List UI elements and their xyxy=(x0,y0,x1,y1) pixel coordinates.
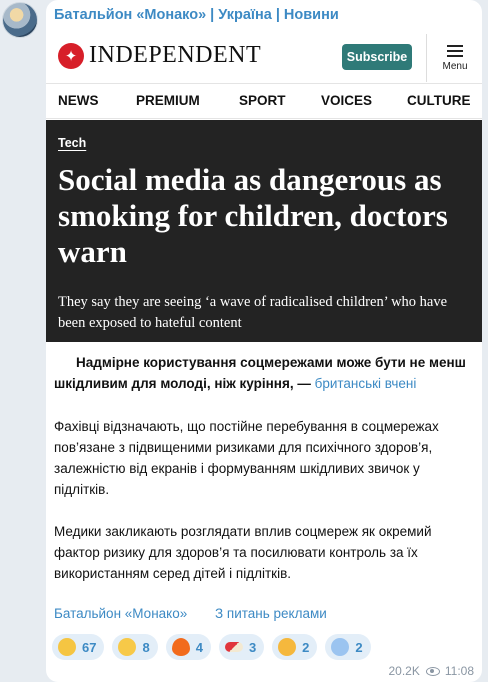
reaction-thumbs-up[interactable]: 67 xyxy=(52,634,105,660)
headline-banner: Tech Social media as dangerous as smokin… xyxy=(46,120,482,342)
reaction-pill[interactable]: 3 xyxy=(218,634,265,660)
article-headline: Social media as dangerous as smoking for… xyxy=(58,162,448,269)
footer-links: Батальйон «Монако» З питань реклами xyxy=(54,606,351,621)
message-time: 11:08 xyxy=(444,664,474,678)
source-link[interactable]: британські вчені xyxy=(315,376,417,391)
channel-title[interactable]: Батальйон «Монако» | Україна | Новини xyxy=(54,7,339,23)
independent-logo: ✦ INDEPENDENT xyxy=(58,42,261,69)
reaction-count: 8 xyxy=(142,639,150,655)
pill-icon xyxy=(224,642,243,652)
view-count: 20.2K xyxy=(388,664,420,678)
brand-wordmark: INDEPENDENT xyxy=(89,42,262,68)
article-preview-image[interactable]: ✦ INDEPENDENT Subscribe Menu NEWS PREMIU… xyxy=(46,34,482,342)
article-standfirst: They say they are seeing ‘a wave of radi… xyxy=(58,294,448,331)
message-lead: Надмірне користування соцмережами може б… xyxy=(54,352,476,394)
reaction-count: 3 xyxy=(248,639,257,655)
ads-link[interactable]: З питань реклами xyxy=(215,606,327,621)
nav-item-sport: SPORT xyxy=(239,93,286,108)
message-paragraph-2: Фахівці відзначають, що постійне перебув… xyxy=(54,419,439,497)
reaction-fire[interactable]: 4 xyxy=(165,634,211,660)
menu-label: Menu xyxy=(442,60,468,72)
screaming-face-icon xyxy=(331,638,350,656)
independent-header: ✦ INDEPENDENT Subscribe Menu xyxy=(46,34,482,82)
hamburger-icon xyxy=(447,44,463,57)
nav-item-culture: CULTURE xyxy=(407,93,471,108)
fire-icon xyxy=(171,638,190,656)
reaction-smiling-face[interactable]: 8 xyxy=(112,634,158,660)
smiling-face-icon xyxy=(118,638,137,656)
reaction-count: 2 xyxy=(302,639,310,655)
subscribe-button: Subscribe xyxy=(342,44,412,70)
eye-icon xyxy=(425,666,440,676)
eagle-icon: ✦ xyxy=(58,42,84,69)
reactions-bar: 67 8 4 3 2 2 xyxy=(52,634,379,660)
message-paragraph-3: Медики закликають розглядати вплив соцме… xyxy=(54,524,432,581)
channel-link[interactable]: Батальйон «Монако» xyxy=(54,606,187,621)
nav-item-news: NEWS xyxy=(58,93,99,108)
nav-item-premium: PREMIUM xyxy=(136,93,200,108)
message-bubble: Батальйон «Монако» | Україна | Новини ✦ … xyxy=(46,0,482,682)
message-meta: 20.2K 11:08 xyxy=(389,664,475,678)
reaction-hearts-face[interactable]: 2 xyxy=(272,634,318,660)
nav-item-voices: VOICES xyxy=(321,93,373,108)
menu-button: Menu xyxy=(426,34,482,82)
reaction-screaming-face[interactable]: 2 xyxy=(325,634,371,660)
reaction-count: 67 xyxy=(82,639,97,655)
reaction-count: 2 xyxy=(355,639,363,655)
section-tag: Tech xyxy=(58,136,87,150)
channel-avatar[interactable] xyxy=(2,2,38,38)
reaction-count: 4 xyxy=(195,639,203,655)
thumbs-up-icon xyxy=(58,638,76,656)
hearts-face-icon xyxy=(278,638,297,656)
section-nav: NEWS PREMIUM SPORT VOICES CULTURE xyxy=(46,83,482,119)
